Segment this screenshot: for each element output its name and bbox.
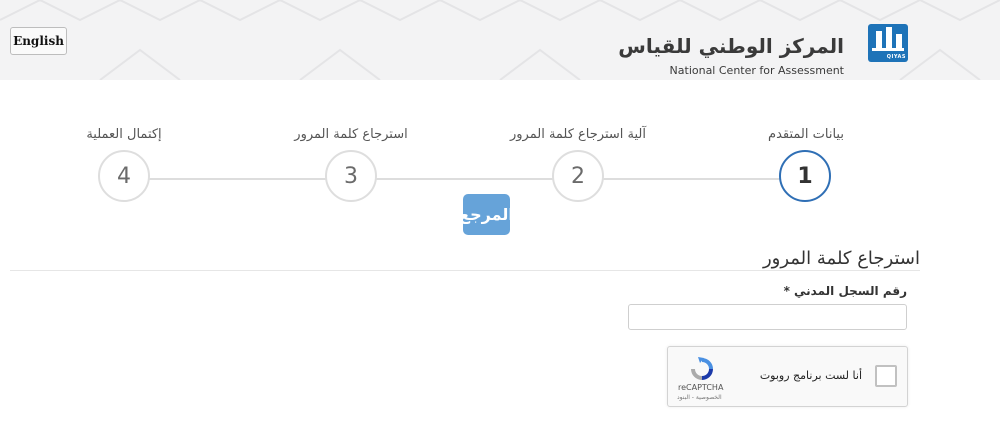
watermark-logo: المرجع xyxy=(459,194,514,235)
step-4-label: إكتمال العملية xyxy=(86,127,162,142)
step-2-label: آلية استرجاع كلمة المرور xyxy=(509,127,647,142)
section-divider xyxy=(10,270,920,271)
recaptcha-brand: reCAPTCHA xyxy=(678,383,724,392)
step-3-circle: 3 xyxy=(325,150,377,202)
header: English المركز الوطني للقياس National Ce… xyxy=(0,0,1000,80)
recaptcha-label: أنا لست برنامج روبوت xyxy=(759,369,862,382)
required-mark: * xyxy=(783,284,790,298)
civil-id-label-text: رقم السجل المدني xyxy=(794,284,907,298)
step-1-label: بيانات المتقدم xyxy=(768,127,844,142)
logo-arabic-text: المركز الوطني للقياس xyxy=(618,34,844,58)
qiyas-logo[interactable]: المركز الوطني للقياس National Center for… xyxy=(618,18,914,77)
recaptcha-widget: أنا لست برنامج روبوت reCAPTCHA الخصوصية … xyxy=(667,346,908,407)
logo-mark-label: QIYAS xyxy=(886,54,906,60)
step-1-circle: 1 xyxy=(779,150,831,202)
step-4-circle: 4 xyxy=(98,150,150,202)
logo-english-text: National Center for Assessment xyxy=(669,64,844,77)
recaptcha-privacy-terms-links[interactable]: الخصوصية - البنود xyxy=(677,394,722,401)
steps-progress-line xyxy=(125,178,805,180)
step-3-label: استرجاع كلمة المرور xyxy=(294,127,408,142)
english-language-button[interactable]: English xyxy=(10,27,67,55)
recaptcha-icon xyxy=(691,357,713,380)
civil-id-label: رقم السجل المدني * xyxy=(784,284,907,298)
section-title: استرجاع كلمة المرور xyxy=(762,248,920,269)
civil-id-input[interactable] xyxy=(628,304,907,330)
recaptcha-checkbox[interactable] xyxy=(875,365,897,387)
step-2-circle: 2 xyxy=(552,150,604,202)
